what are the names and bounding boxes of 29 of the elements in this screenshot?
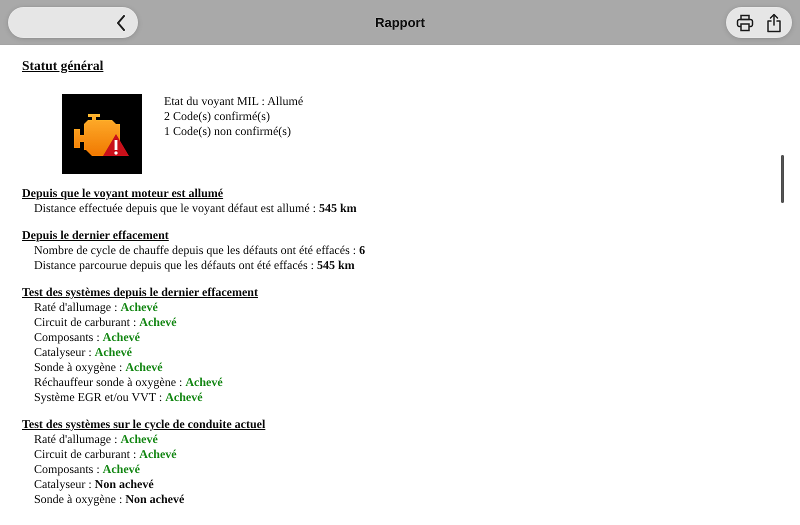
- test-line: Composants : Achevé: [34, 462, 140, 477]
- share-icon[interactable]: [766, 12, 782, 32]
- test-line: Catalyseur : Achevé: [34, 345, 132, 360]
- test-line: Raté d'allumage : Achevé: [34, 432, 158, 447]
- test-line: Système EGR et/ou VVT : Achevé: [34, 390, 203, 405]
- info-line: Distance parcourue depuis que les défauts ont été effacés : 545 km: [34, 258, 355, 273]
- test-line: Catalyseur : Non achevé: [34, 477, 154, 492]
- section-heading: Statut général: [22, 58, 104, 74]
- info-line: Nombre de cycle de chauffe depuis que les défauts ont été effacés : 6: [34, 243, 366, 258]
- section-heading: Test des systèmes sur le cycle de conduite actuel: [22, 417, 266, 432]
- test-line: Raté d'allumage : Achevé: [34, 300, 158, 315]
- scrollbar[interactable]: [781, 155, 784, 203]
- test-line: Sonde à oxygène : Non achevé: [34, 492, 184, 507]
- nav-title: Rapport: [375, 15, 425, 30]
- section-heading: Depuis que le voyant moteur est allumé: [22, 186, 224, 201]
- status-line: Etat du voyant MIL : Allumé: [164, 94, 304, 109]
- section-heading: Depuis le dernier effacement: [22, 228, 169, 243]
- info-line: Distance effectuée depuis que le voyant défaut est allumé : 545 km: [34, 201, 357, 216]
- status-line: 2 Code(s) confirmé(s): [164, 109, 270, 124]
- status-line: 1 Code(s) non confirmé(s): [164, 124, 291, 139]
- test-line: Circuit de carburant : Achevé: [34, 447, 177, 462]
- print-icon[interactable]: [736, 14, 754, 32]
- test-line: Composants : Achevé: [34, 330, 140, 345]
- section-heading: Test des systèmes depuis le dernier effacement: [22, 285, 258, 300]
- back-icon: [116, 14, 126, 30]
- engine-warning-icon: [62, 94, 142, 174]
- test-line: Circuit de carburant : Achevé: [34, 315, 177, 330]
- test-line: Réchauffeur sonde à oxygène : Achevé: [34, 375, 223, 390]
- test-line: Sonde à oxygène : Achevé: [34, 360, 163, 375]
